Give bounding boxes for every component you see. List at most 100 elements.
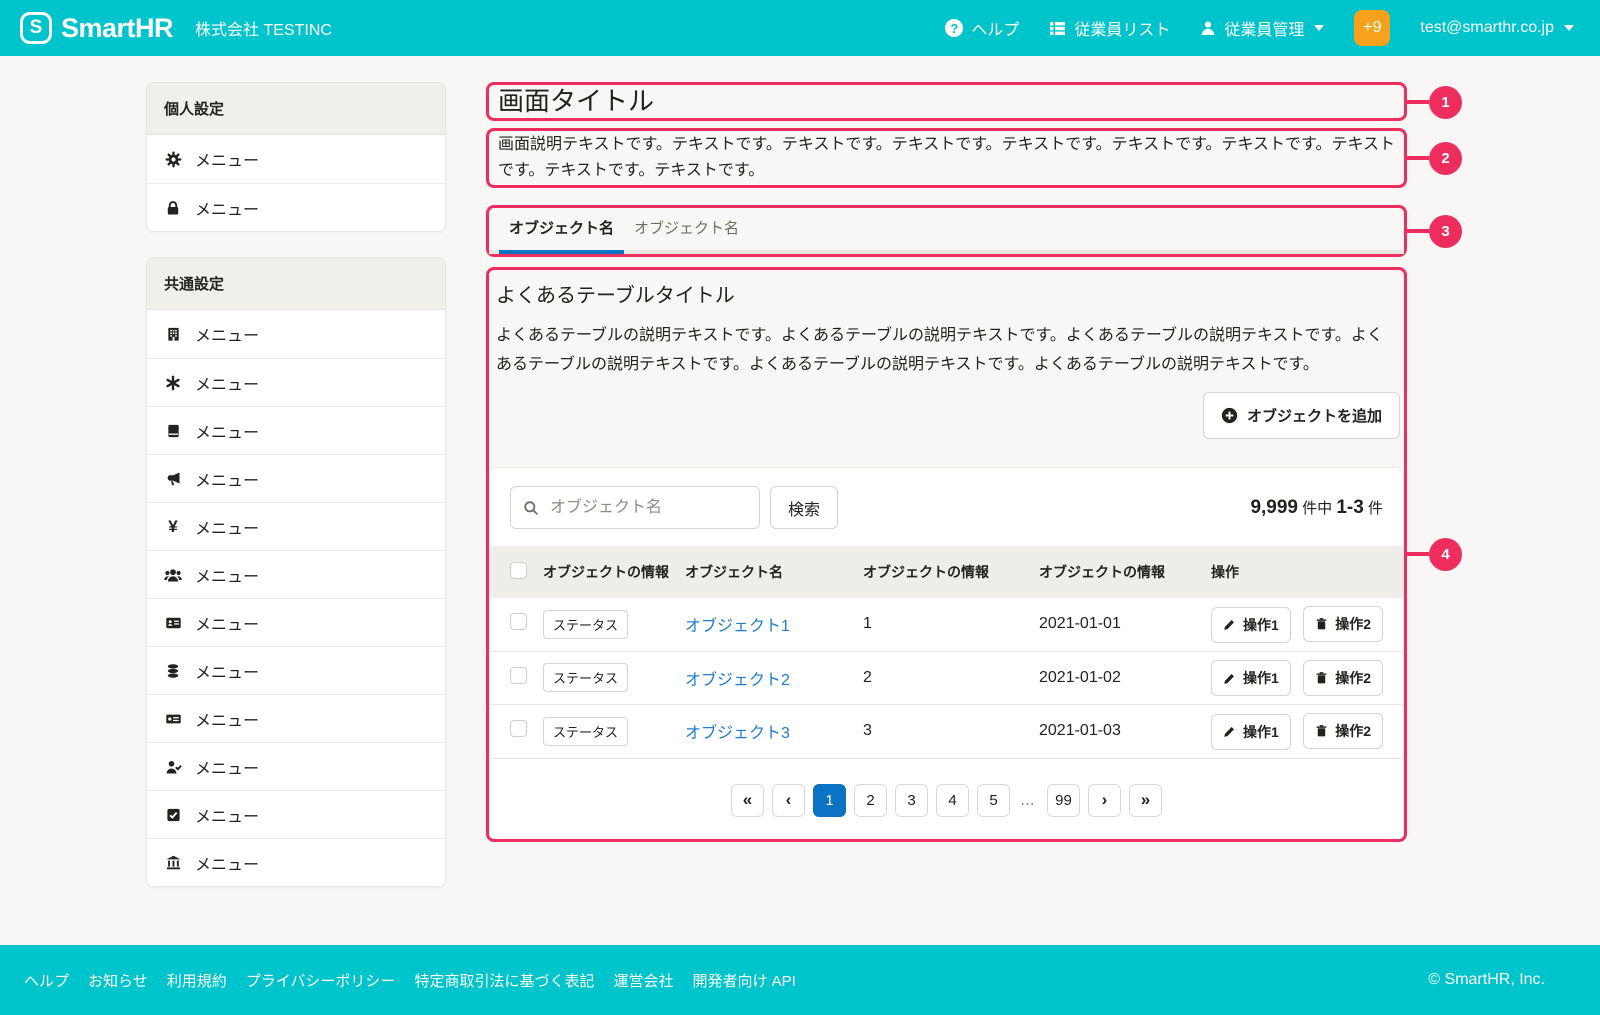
annotation-connector xyxy=(1407,229,1429,233)
sidebar-section-title: 個人設定 xyxy=(147,83,445,135)
sidebar-item-payroll[interactable]: ¥ メニュー xyxy=(147,502,445,550)
pagination-page-2[interactable]: 2 xyxy=(854,784,887,817)
tab-object-2[interactable]: オブジェクト名 xyxy=(624,217,749,250)
sidebar-item-id-card[interactable]: メニュー xyxy=(147,598,445,646)
landmark-icon xyxy=(164,855,182,871)
sidebar-item-check-square[interactable]: メニュー xyxy=(147,790,445,838)
nav-employee-list-label: 従業員リスト xyxy=(1074,16,1170,40)
sidebar-item-label: メニュー xyxy=(195,515,259,539)
money-check-icon xyxy=(164,711,182,727)
column-header: 操作 xyxy=(1203,546,1403,598)
object-link[interactable]: オブジェクト3 xyxy=(685,725,790,742)
object-link[interactable]: オブジェクト2 xyxy=(685,672,790,689)
pagination-first-button[interactable]: « xyxy=(731,784,764,817)
edit-action-button[interactable]: 操作1 xyxy=(1211,607,1291,643)
sidebar-item-label: メニュー xyxy=(195,196,259,220)
user-check-icon xyxy=(164,759,182,775)
footer-link-company[interactable]: 運営会社 xyxy=(613,970,673,991)
account-menu[interactable]: test@smarthr.co.jp xyxy=(1420,19,1574,37)
pagination-page-4[interactable]: 4 xyxy=(936,784,969,817)
copyright: © SmartHR, Inc. xyxy=(1428,971,1545,989)
nav-employee-list[interactable]: 従業員リスト xyxy=(1049,16,1170,40)
count-range: 1-3 xyxy=(1336,497,1363,518)
footer-link-commerce-law[interactable]: 特定商取引法に基づく表記 xyxy=(414,970,594,991)
sidebar-item-members[interactable]: メニュー xyxy=(147,550,445,598)
page-description-region: 画面説明テキストです。テキストです。テキストです。テキストです。テキストです。テ… xyxy=(486,128,1407,188)
pagination-next-button[interactable]: › xyxy=(1088,784,1121,817)
megaphone-icon xyxy=(164,471,182,487)
delete-action-button[interactable]: 操作2 xyxy=(1303,713,1383,749)
smarthr-logo[interactable]: S SmartHR xyxy=(20,12,173,44)
sidebar-item-asterisk[interactable]: メニュー xyxy=(147,358,445,406)
smarthr-logo-text: SmartHR xyxy=(61,13,173,44)
table-row: ステータス オブジェクト2 2 2021-01-02 操作1 xyxy=(490,651,1403,705)
search-field[interactable] xyxy=(510,486,760,529)
select-all-checkbox[interactable] xyxy=(510,562,527,579)
delete-action-label: 操作2 xyxy=(1335,668,1371,688)
row-checkbox[interactable] xyxy=(510,667,527,684)
table-title: よくあるテーブルタイトル xyxy=(496,282,1397,310)
row-checkbox[interactable] xyxy=(510,720,527,737)
footer-link-privacy[interactable]: プライバシーポリシー xyxy=(246,970,396,991)
sidebar-item-user-check[interactable]: メニュー xyxy=(147,742,445,790)
book-icon xyxy=(164,423,182,439)
object-info: 2 xyxy=(855,651,1031,705)
sidebar-item-label: メニュー xyxy=(195,611,259,635)
table-section-region: よくあるテーブルタイトル よくあるテーブルの説明テキストです。よくあるテーブルの… xyxy=(486,267,1407,842)
plus-circle-icon xyxy=(1221,407,1238,424)
sidebar-item-book[interactable]: メニュー xyxy=(147,406,445,454)
sidebar-item-label: メニュー xyxy=(195,322,259,346)
pagination-last-button[interactable]: » xyxy=(1129,784,1162,817)
column-header: オブジェクトの情報 xyxy=(535,546,677,598)
pagination-prev-button[interactable]: ‹ xyxy=(772,784,805,817)
app-header: S SmartHR 株式会社 TESTINC ? ヘルプ 従業員リスト 従業員管… xyxy=(0,0,1600,56)
pagination-ellipsis: … xyxy=(1018,792,1039,809)
chevron-down-icon xyxy=(1314,25,1324,31)
notification-badge[interactable]: +9 xyxy=(1354,10,1390,46)
footer-link-developer-api[interactable]: 開発者向け API xyxy=(692,970,795,991)
sidebar-item-landmark[interactable]: メニュー xyxy=(147,838,445,886)
result-count: 9,999 件中 1-3 件 xyxy=(1250,497,1383,519)
table-card: 検索 9,999 件中 1-3 件 オブジェクトの情報 オブジェクト名 xyxy=(489,467,1404,839)
add-object-button[interactable]: オブジェクトを追加 xyxy=(1203,392,1400,439)
add-object-button-label: オブジェクトを追加 xyxy=(1247,405,1382,426)
footer-link-help[interactable]: ヘルプ xyxy=(24,970,69,991)
sidebar-section-common: 共通設定 メニュー メニュー メニュー xyxy=(146,257,446,887)
users-icon xyxy=(164,567,182,583)
pagination-page-5[interactable]: 5 xyxy=(977,784,1010,817)
sidebar-item-money-check[interactable]: メニュー xyxy=(147,694,445,742)
edit-action-button[interactable]: 操作1 xyxy=(1211,660,1291,696)
sidebar-item-settings[interactable]: メニュー xyxy=(147,135,445,183)
delete-action-button[interactable]: 操作2 xyxy=(1303,606,1383,642)
sidebar-item-company[interactable]: メニュー xyxy=(147,310,445,358)
company-name: 株式会社 TESTINC xyxy=(195,16,332,40)
pagination-page-99[interactable]: 99 xyxy=(1047,784,1080,817)
pagination-page-3[interactable]: 3 xyxy=(895,784,928,817)
pencil-icon xyxy=(1223,672,1236,685)
app-footer: ヘルプ お知らせ 利用規約 プライバシーポリシー 特定商取引法に基づく表記 運営… xyxy=(0,945,1600,1015)
user-icon xyxy=(1200,20,1216,36)
nav-help[interactable]: ? ヘルプ xyxy=(945,16,1019,40)
trash-icon xyxy=(1315,724,1328,738)
table-description: よくあるテーブルの説明テキストです。よくあるテーブルの説明テキストです。よくある… xyxy=(496,321,1397,379)
pagination-page-1[interactable]: 1 xyxy=(813,784,846,817)
footer-link-news[interactable]: お知らせ xyxy=(88,970,148,991)
sidebar-item-label: メニュー xyxy=(195,147,259,171)
id-card-icon xyxy=(164,615,182,631)
row-checkbox[interactable] xyxy=(510,613,527,630)
object-link[interactable]: オブジェクト1 xyxy=(685,618,790,635)
main-column: 画面タイトル 1 画面説明テキストです。テキストです。テキストです。テキストです… xyxy=(486,82,1407,842)
database-icon xyxy=(164,663,182,679)
tab-object-1[interactable]: オブジェクト名 xyxy=(499,217,624,250)
sidebar-item-database[interactable]: メニュー xyxy=(147,646,445,694)
sidebar-item-announcement[interactable]: メニュー xyxy=(147,454,445,502)
footer-link-terms[interactable]: 利用規約 xyxy=(167,970,227,991)
nav-employee-admin[interactable]: 従業員管理 xyxy=(1200,16,1324,40)
sidebar-section-personal: 個人設定 メニュー メニュー xyxy=(146,82,446,232)
search-input[interactable] xyxy=(548,498,747,518)
pencil-icon xyxy=(1223,618,1236,631)
edit-action-button[interactable]: 操作1 xyxy=(1211,714,1291,750)
sidebar-item-security[interactable]: メニュー xyxy=(147,183,445,231)
delete-action-button[interactable]: 操作2 xyxy=(1303,660,1383,696)
search-button[interactable]: 検索 xyxy=(770,486,838,529)
